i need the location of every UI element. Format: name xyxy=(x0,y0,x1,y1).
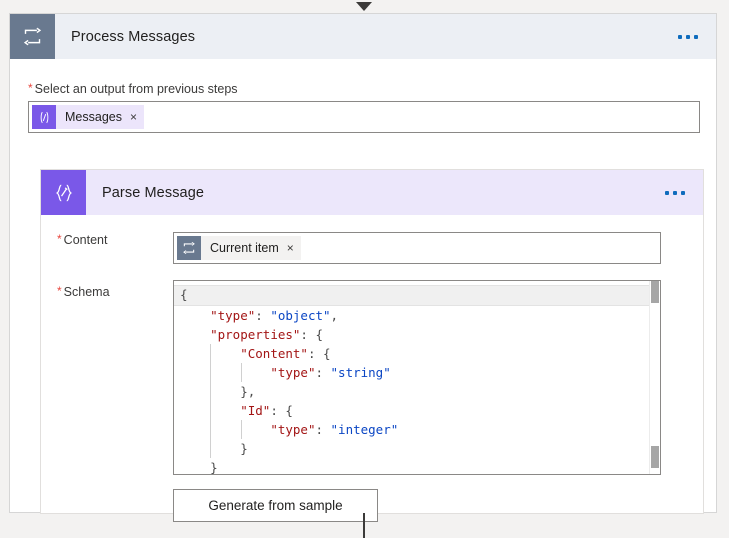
process-messages-header[interactable]: Process Messages xyxy=(10,14,716,59)
indent-guide xyxy=(210,420,212,439)
code-line: "Content": { xyxy=(174,344,652,363)
indent-guide xyxy=(210,401,212,420)
select-output-label: * Select an output from previous steps xyxy=(28,81,698,96)
generate-from-sample-button[interactable]: Generate from sample xyxy=(173,489,378,522)
indent-guide xyxy=(210,382,212,401)
ellipsis-dot xyxy=(673,190,677,195)
code-token: : { xyxy=(300,327,323,342)
process-messages-more-menu-button[interactable] xyxy=(668,34,716,39)
select-output-input[interactable]: Messages × xyxy=(28,101,700,133)
indent-guide xyxy=(210,344,212,363)
current-item-token-body: Current item × xyxy=(201,236,301,260)
ellipsis-dot xyxy=(694,34,698,39)
indent-guide xyxy=(240,363,242,382)
indent-guide xyxy=(210,439,212,458)
content-field-wrap: Current item × xyxy=(173,232,703,264)
code-line: "Id": { xyxy=(174,401,652,420)
parse-message-body: * Content Current item × * Schema {"typ… xyxy=(41,232,703,522)
code-token: "Content" xyxy=(240,346,308,361)
select-output-label-text: Select an output from previous steps xyxy=(34,82,238,96)
code-token: "properties" xyxy=(210,327,301,342)
content-label-text: Content xyxy=(63,233,108,247)
parse-message-card[interactable]: Parse Message * Content Current item × *… xyxy=(40,169,704,522)
code-line: }, xyxy=(174,382,652,401)
ellipsis-dot xyxy=(686,34,690,39)
loop-current-item-icon xyxy=(177,236,201,260)
schema-code-editor[interactable]: { "type": "object", "properties": { "Con… xyxy=(173,280,661,475)
indent-guide xyxy=(240,420,242,439)
chevron-down-arrowhead-icon xyxy=(356,2,372,11)
loop-foreach-icon xyxy=(10,14,55,59)
content-label: * Content xyxy=(41,232,173,247)
expression-icon xyxy=(32,105,56,129)
code-token: : { xyxy=(307,346,331,361)
code-token: "type" xyxy=(270,422,316,437)
code-line: "type": "string" xyxy=(174,363,652,382)
schema-code-lines[interactable]: { "type": "object", "properties": { "Con… xyxy=(174,281,652,474)
messages-token[interactable]: Messages × xyxy=(32,105,144,129)
code-token: : { xyxy=(270,403,293,418)
code-token: , xyxy=(330,308,339,323)
process-messages-body: * Select an output from previous steps Me… xyxy=(10,59,716,133)
bottom-connector-line xyxy=(363,513,365,538)
schema-label: * Schema xyxy=(41,280,173,299)
code-line: } xyxy=(174,458,652,474)
messages-token-label: Messages xyxy=(65,110,122,124)
schema-label-text: Schema xyxy=(63,285,110,299)
scrollbar-thumb[interactable] xyxy=(651,446,659,468)
required-asterisk: * xyxy=(57,232,62,246)
code-token: : xyxy=(255,308,271,323)
required-asterisk: * xyxy=(28,81,33,95)
ellipsis-dot xyxy=(665,190,669,195)
process-messages-card[interactable]: Process Messages * Select an output from … xyxy=(9,13,717,522)
schema-editor-scrollbar[interactable] xyxy=(649,281,660,474)
content-row: * Content Current item × xyxy=(41,232,703,264)
code-token: : xyxy=(315,365,331,380)
code-token: "integer" xyxy=(330,422,399,437)
code-token: : xyxy=(315,422,331,437)
code-token: { xyxy=(180,287,188,302)
current-item-token[interactable]: Current item × xyxy=(177,236,301,260)
required-asterisk: * xyxy=(57,284,62,298)
parse-json-icon xyxy=(41,170,86,215)
code-token: } xyxy=(240,441,248,456)
schema-row: * Schema { "type": "object", "properties"… xyxy=(41,280,703,522)
top-connector xyxy=(0,0,729,14)
code-token: }, xyxy=(240,384,256,399)
current-item-token-label: Current item xyxy=(210,241,279,255)
code-token: "Id" xyxy=(240,403,271,418)
scrollbar-thumb[interactable] xyxy=(651,281,659,303)
parse-message-title: Parse Message xyxy=(102,184,205,201)
ellipsis-dot xyxy=(681,190,685,195)
messages-token-remove-button[interactable]: × xyxy=(130,111,137,123)
code-token: "type" xyxy=(270,365,316,380)
code-token: "type" xyxy=(210,308,256,323)
parse-message-header[interactable]: Parse Message xyxy=(41,170,703,215)
code-token: "object" xyxy=(270,308,331,323)
indent-guide xyxy=(210,363,212,382)
code-line: { xyxy=(174,285,652,306)
code-token: "string" xyxy=(330,365,391,380)
code-line: "properties": { xyxy=(174,325,652,344)
schema-field-wrap: { "type": "object", "properties": { "Con… xyxy=(173,280,703,522)
parse-message-more-menu-button[interactable] xyxy=(655,190,703,195)
process-messages-title: Process Messages xyxy=(71,28,196,45)
content-input[interactable]: Current item × xyxy=(173,232,661,264)
messages-token-body: Messages × xyxy=(56,105,144,129)
code-line: } xyxy=(174,439,652,458)
code-line: "type": "object", xyxy=(174,306,652,325)
ellipsis-dot xyxy=(678,34,682,39)
current-item-token-remove-button[interactable]: × xyxy=(287,242,294,254)
code-token: } xyxy=(210,460,218,474)
code-line: "type": "integer" xyxy=(174,420,652,439)
